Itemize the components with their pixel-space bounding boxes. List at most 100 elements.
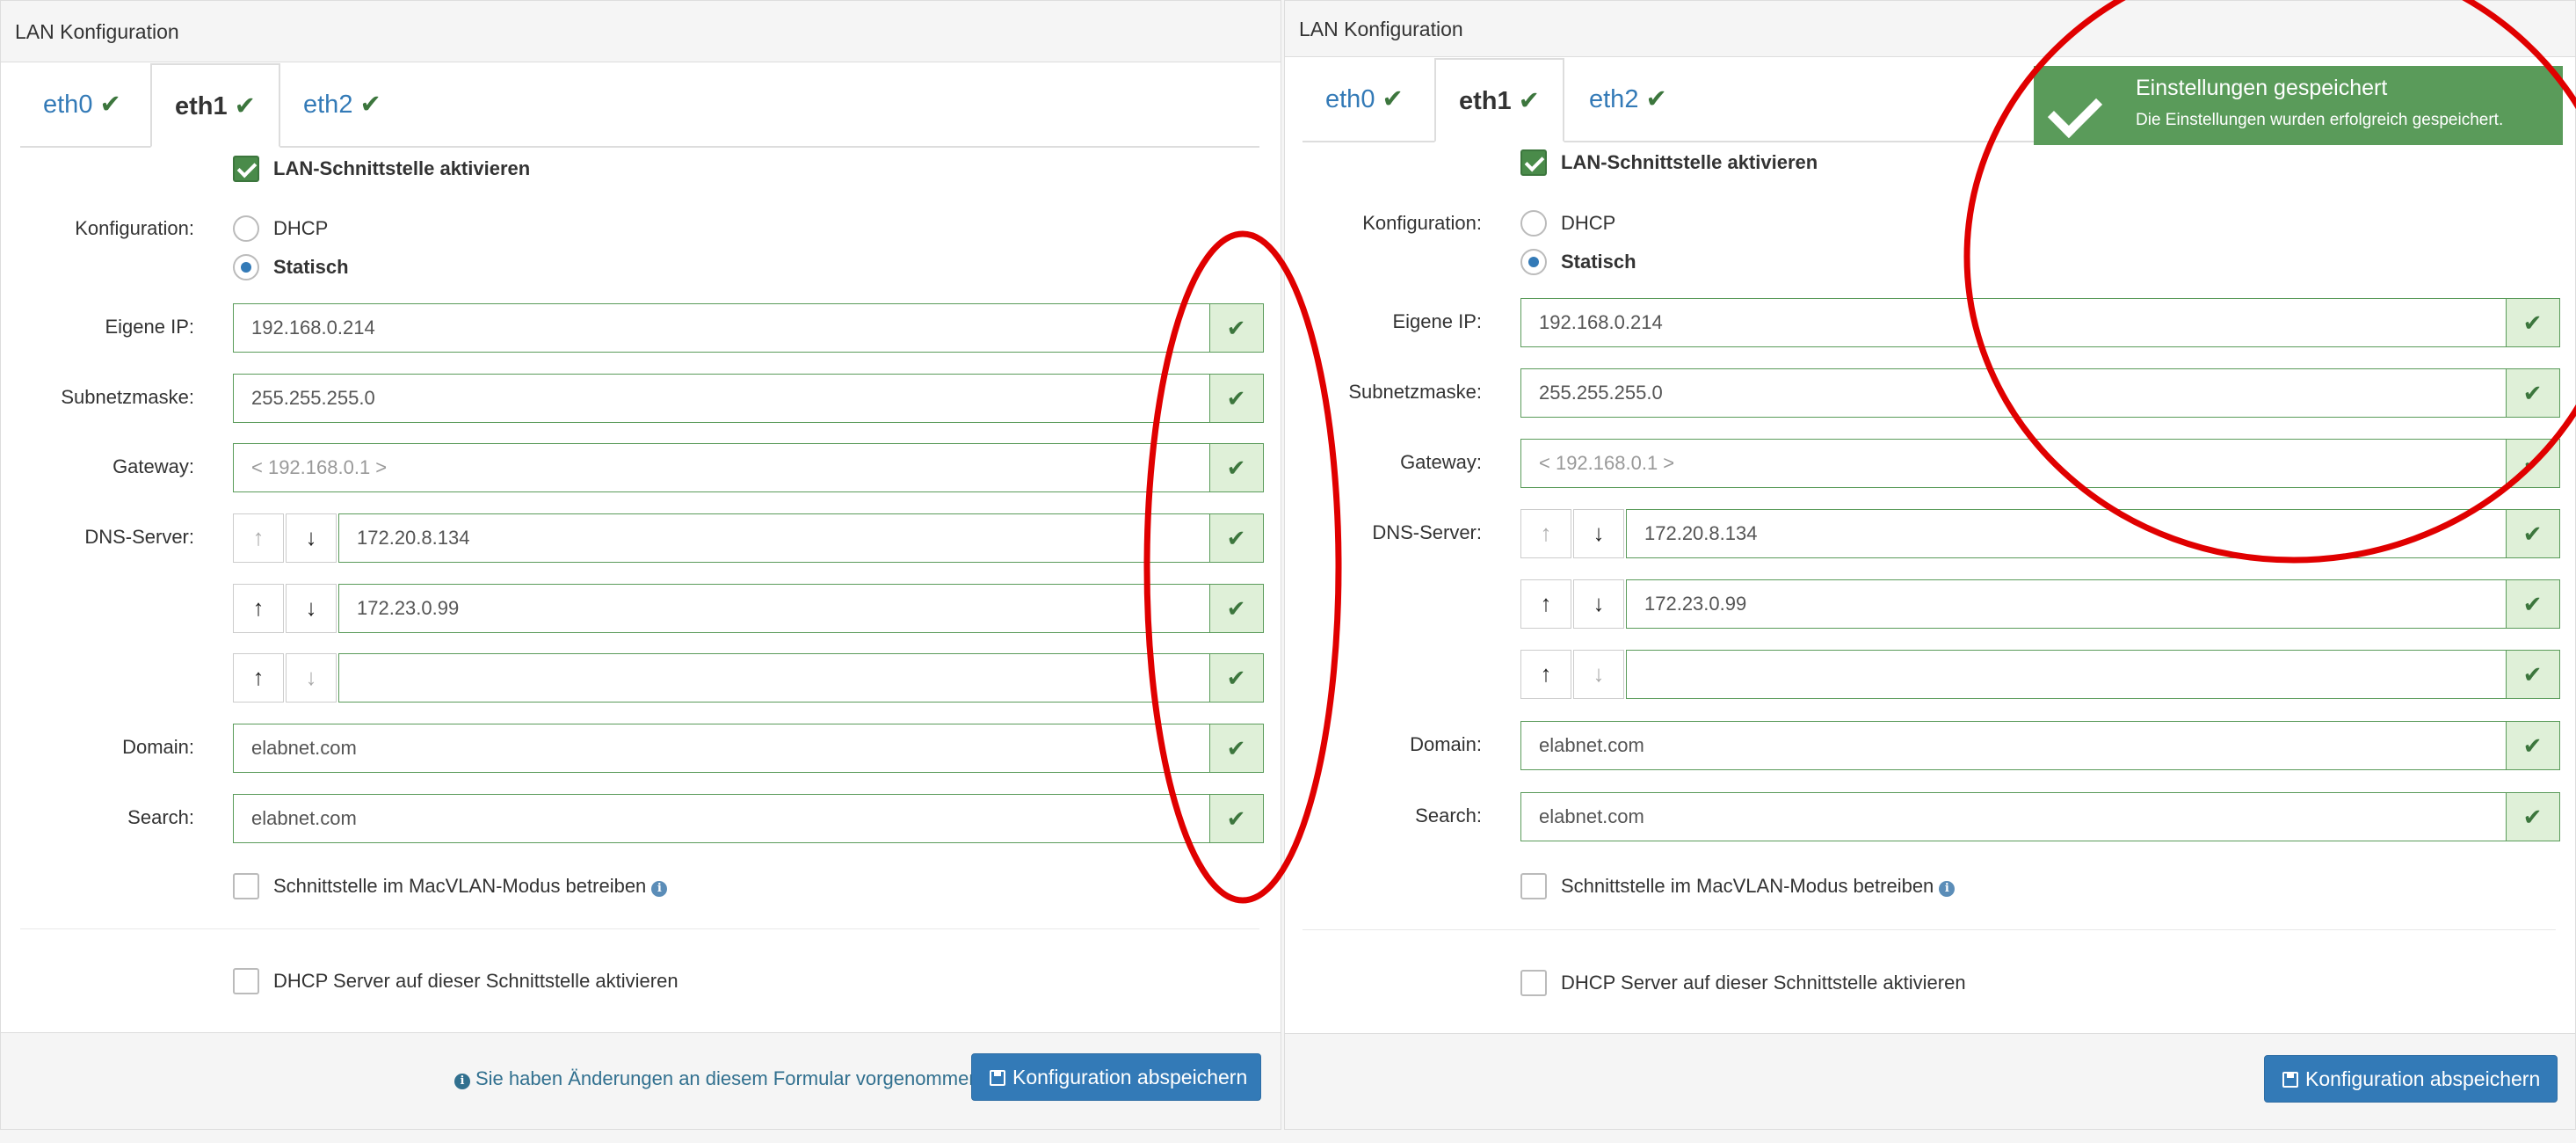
dns-input-2[interactable]: 172.23.0.99 ✔ — [338, 583, 1264, 633]
check-icon: ✔ — [234, 92, 256, 120]
config-label: Konfiguration: — [1362, 212, 1482, 234]
arrow-up-icon[interactable]: ↑ — [1520, 579, 1571, 629]
success-toast[interactable]: Einstellungen gespeichert Die Einstellun… — [2034, 66, 2563, 145]
activate-interface-label: LAN-Schnittstelle aktivieren — [273, 157, 531, 179]
dhcp-server-checkbox[interactable] — [1520, 970, 1547, 996]
static-radio[interactable] — [233, 254, 259, 280]
check-icon: ✔ — [2505, 368, 2560, 418]
check-icon: ✔ — [1382, 85, 1404, 113]
check-icon: ✔ — [1208, 373, 1264, 423]
search-label: Search: — [127, 806, 194, 828]
check-icon — [2047, 83, 2103, 139]
arrow-up-icon[interactable]: ↑ — [1520, 650, 1571, 699]
activate-interface-checkbox[interactable] — [1520, 149, 1547, 176]
tab-label: eth2 — [1589, 85, 1639, 113]
tab-label: eth2 — [303, 91, 353, 119]
subnet-mask-value: 255.255.255.0 — [1539, 382, 1663, 404]
interface-tabs: eth0 ✔ eth1 ✔ eth2 ✔ — [20, 63, 1259, 148]
arrow-down-icon[interactable]: ↓ — [1573, 650, 1624, 699]
tab-eth2[interactable]: eth2 ✔ — [280, 63, 404, 146]
dns-input-1[interactable]: 172.20.8.134 ✔ — [1626, 508, 2560, 558]
check-icon: ✔ — [2505, 791, 2560, 841]
macvlan-checkbox[interactable] — [1520, 873, 1547, 899]
check-icon: ✔ — [359, 91, 381, 119]
search-value: elabnet.com — [251, 807, 357, 829]
domain-label: Domain: — [122, 736, 194, 758]
domain-input[interactable]: elabnet.com ✔ — [233, 723, 1264, 773]
tab-label: eth1 — [175, 92, 228, 120]
arrow-up-icon[interactable]: ↑ — [233, 584, 284, 633]
arrow-down-icon[interactable]: ↓ — [286, 653, 337, 703]
subnet-mask-input[interactable]: 255.255.255.0 ✔ — [233, 373, 1264, 423]
check-icon: ✔ — [2505, 579, 2560, 629]
gateway-input[interactable]: < 192.168.0.1 > ✔ — [233, 442, 1264, 492]
arrow-down-icon[interactable]: ↓ — [1573, 509, 1624, 558]
ip-input[interactable]: 192.168.0.214 ✔ — [1520, 297, 2560, 347]
ip-value: 192.168.0.214 — [251, 317, 375, 339]
search-input[interactable]: elabnet.com ✔ — [233, 793, 1264, 843]
info-icon: i — [454, 1074, 470, 1089]
config-label: Konfiguration: — [75, 217, 194, 239]
search-input[interactable]: elabnet.com ✔ — [1520, 791, 2560, 841]
panel-title: LAN Konfiguration — [1, 1, 1281, 62]
arrow-up-icon[interactable]: ↑ — [233, 653, 284, 703]
check-icon: ✔ — [2505, 508, 2560, 558]
save-button-label: Konfiguration abspeichern — [1012, 1066, 1248, 1088]
ip-input[interactable]: 192.168.0.214 ✔ — [233, 302, 1264, 353]
check-icon: ✔ — [99, 91, 121, 119]
check-icon: ✔ — [1645, 85, 1667, 113]
tab-label: eth1 — [1459, 87, 1512, 115]
arrow-down-icon[interactable]: ↓ — [1573, 579, 1624, 629]
dns-input-3[interactable]: ✔ — [1626, 649, 2560, 699]
tab-eth1[interactable]: eth1 ✔ — [1434, 58, 1564, 142]
arrow-down-icon[interactable]: ↓ — [286, 513, 337, 563]
tab-eth0[interactable]: eth0 ✔ — [20, 63, 144, 146]
static-radio[interactable] — [1520, 249, 1547, 275]
divider — [20, 928, 1259, 929]
ip-label: Eigene IP: — [1392, 310, 1482, 332]
static-radio-label: Statisch — [1561, 251, 1636, 273]
arrow-up-icon[interactable]: ↑ — [1520, 509, 1571, 558]
dns-input-1[interactable]: 172.20.8.134 ✔ — [338, 513, 1264, 563]
gateway-placeholder: < 192.168.0.1 > — [1539, 452, 1675, 474]
lan-config-panel-right: LAN Konfiguration eth0 ✔ eth1 ✔ eth2 ✔ LAN-… — [1284, 0, 2576, 1130]
dhcp-server-checkbox[interactable] — [233, 968, 259, 994]
dns-value: 172.23.0.99 — [357, 597, 460, 619]
tab-eth2[interactable]: eth2 ✔ — [1566, 58, 1690, 141]
toast-text: Die Einstellungen wurden erfolgreich ges… — [2136, 111, 2504, 129]
dhcp-radio[interactable] — [233, 215, 259, 242]
dns-value: 172.20.8.134 — [357, 527, 470, 549]
arrow-down-icon[interactable]: ↓ — [286, 584, 337, 633]
check-icon: ✔ — [1208, 583, 1264, 633]
dhcp-radio[interactable] — [1520, 210, 1547, 237]
save-config-button[interactable]: Konfiguration abspeichern — [2264, 1055, 2558, 1103]
subnet-mask-label: Subnetzmaske: — [1348, 381, 1482, 403]
macvlan-checkbox[interactable] — [233, 873, 259, 899]
check-icon: ✔ — [2505, 438, 2560, 488]
check-icon: ✔ — [2505, 649, 2560, 699]
dhcp-radio-label: DHCP — [273, 217, 329, 239]
activate-interface-label: LAN-Schnittstelle aktivieren — [1561, 151, 1818, 173]
domain-input[interactable]: elabnet.com ✔ — [1520, 720, 2560, 770]
check-icon: ✔ — [1518, 87, 1540, 115]
tab-eth1[interactable]: eth1 ✔ — [150, 63, 280, 148]
activate-interface-checkbox[interactable] — [233, 156, 259, 182]
check-icon: ✔ — [2505, 297, 2560, 347]
panel-footer: i Sie haben Änderungen an diesem Formular… — [1, 1032, 1281, 1129]
static-radio-label: Statisch — [273, 256, 349, 278]
dns-input-3[interactable]: ✔ — [338, 652, 1264, 703]
ip-value: 192.168.0.214 — [1539, 311, 1663, 333]
save-config-button[interactable]: Konfiguration abspeichern — [971, 1053, 1261, 1101]
tab-eth0[interactable]: eth0 ✔ — [1303, 58, 1426, 141]
search-label: Search: — [1415, 804, 1482, 826]
dhcp-server-label: DHCP Server auf dieser Schnittstelle akt… — [273, 970, 678, 992]
info-icon[interactable]: i — [1939, 881, 1956, 897]
search-value: elabnet.com — [1539, 805, 1644, 827]
gateway-input[interactable]: < 192.168.0.1 > ✔ — [1520, 438, 2560, 488]
dns-input-2[interactable]: 172.23.0.99 ✔ — [1626, 579, 2560, 629]
notice-text: Sie haben Änderungen an diesem Formular … — [475, 1067, 985, 1089]
info-icon[interactable]: i — [651, 881, 668, 897]
subnet-mask-input[interactable]: 255.255.255.0 ✔ — [1520, 368, 2560, 418]
macvlan-label-text: Schnittstelle im MacVLAN-Modus betreiben — [273, 875, 647, 897]
arrow-up-icon[interactable]: ↑ — [233, 513, 284, 563]
